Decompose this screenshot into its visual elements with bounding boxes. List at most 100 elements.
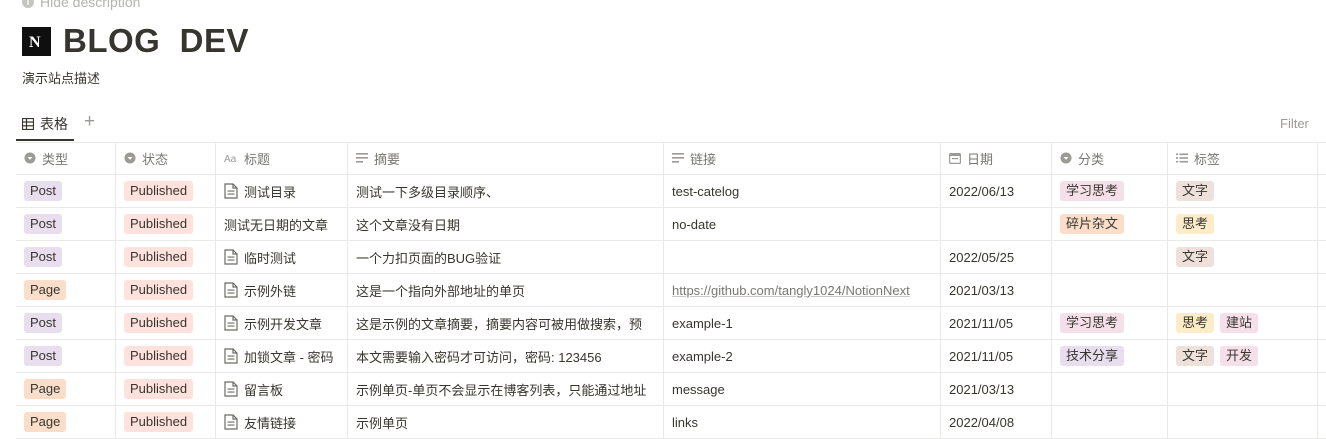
column-header-type[interactable]: 类型 xyxy=(16,142,116,174)
column-header-date[interactable]: 日期 xyxy=(941,142,1052,174)
cell-status[interactable]: Published xyxy=(116,175,216,207)
cell-type[interactable]: Post xyxy=(16,241,116,273)
cell-date[interactable]: 2021/03/13 xyxy=(941,274,1052,306)
cell-tags[interactable] xyxy=(1168,406,1318,438)
table-row[interactable]: Post Published 测试目录 测试一下多级目录顺序、 test-cat… xyxy=(16,175,1326,208)
cell-category[interactable]: 技术分享 xyxy=(1052,340,1168,372)
cell-type[interactable]: Post xyxy=(16,175,116,207)
cell-category[interactable]: 学习思考 xyxy=(1052,307,1168,339)
cell-category[interactable] xyxy=(1052,274,1168,306)
table-row[interactable]: Post Published 示例开发文章 这是示例的文章摘要，摘要内容可被用做… xyxy=(16,307,1326,340)
status-chip: Published xyxy=(124,280,194,300)
cell-summary[interactable]: 测试一下多级目录顺序、 xyxy=(348,175,664,207)
table-row[interactable]: Post Published 临时测试 一个力扣页面的BUG验证 2022/05… xyxy=(16,241,1326,274)
link-text[interactable]: https://github.com/tangly1024/NotionNext xyxy=(672,283,910,298)
add-view-button[interactable]: + xyxy=(84,111,95,133)
type-chip: Post xyxy=(24,313,63,333)
cell-date[interactable]: 2022/06/13 xyxy=(941,175,1052,207)
page-icon xyxy=(224,183,238,199)
link-text: example-1 xyxy=(672,315,733,331)
cell-status[interactable]: Published xyxy=(116,241,216,273)
column-header-link[interactable]: 链接 xyxy=(664,142,941,174)
cell-type[interactable]: Post xyxy=(16,208,116,240)
cell-tags[interactable]: 文字 xyxy=(1168,175,1318,207)
page-icon xyxy=(224,348,238,364)
cell-link[interactable]: https://github.com/tangly1024/NotionNext xyxy=(664,274,941,306)
cell-date[interactable]: 2022/05/25 xyxy=(941,241,1052,273)
cell-status[interactable]: Published xyxy=(116,274,216,306)
date-text: 2022/04/08 xyxy=(949,414,1015,430)
cell-tags[interactable]: 文字 开发 xyxy=(1168,340,1318,372)
cell-status[interactable]: Published xyxy=(116,307,216,339)
cell-date[interactable]: 2021/11/05 xyxy=(941,340,1052,372)
cell-date[interactable] xyxy=(941,208,1052,240)
cell-summary[interactable]: 这是一个指向外部地址的单页 xyxy=(348,274,664,306)
cell-summary[interactable]: 示例单页 xyxy=(348,406,664,438)
column-header-category[interactable]: 分类 xyxy=(1052,142,1168,174)
cell-summary[interactable]: 本文需要输入密码才可访问，密码: 123456 xyxy=(348,340,664,372)
cell-tags[interactable]: 文字 xyxy=(1168,241,1318,273)
cell-title[interactable]: 示例外链 xyxy=(216,274,348,306)
cell-type[interactable]: Post xyxy=(16,307,116,339)
cell-status[interactable]: Published xyxy=(116,208,216,240)
cell-title[interactable]: 示例开发文章 xyxy=(216,307,348,339)
cell-title[interactable]: 临时测试 xyxy=(216,241,348,273)
status-chip: Published xyxy=(124,214,194,234)
column-header-tags[interactable]: 标签 xyxy=(1168,142,1318,174)
cell-type[interactable]: Page xyxy=(16,373,116,405)
tag-chip: 文字 xyxy=(1176,181,1215,201)
cell-category[interactable] xyxy=(1052,241,1168,273)
cell-summary[interactable]: 这是示例的文章摘要，摘要内容可被用做搜索，预 xyxy=(348,307,664,339)
cell-status[interactable]: Published xyxy=(116,373,216,405)
cell-summary[interactable]: 一个力扣页面的BUG验证 xyxy=(348,241,664,273)
cell-category[interactable] xyxy=(1052,406,1168,438)
tag-chip: 开发 xyxy=(1220,346,1259,366)
cell-type[interactable]: Page xyxy=(16,274,116,306)
column-header-title[interactable]: Aa 标题 xyxy=(216,142,348,174)
cell-title[interactable]: 加锁文章 - 密码 xyxy=(216,340,348,372)
cell-summary[interactable]: 示例单页-单页不会显示在博客列表，只能通过地址 xyxy=(348,373,664,405)
table-row[interactable]: Post Published 测试无日期的文章 这个文章没有日期 no-date… xyxy=(16,208,1326,241)
cell-status[interactable]: Published xyxy=(116,340,216,372)
tab-table-view[interactable]: 表格 xyxy=(16,108,74,141)
title-text: 测试目录 xyxy=(244,184,297,200)
filter-button[interactable]: Filter xyxy=(1280,116,1309,131)
cell-tags[interactable]: 思考 建站 xyxy=(1168,307,1318,339)
cell-link[interactable]: no-date xyxy=(664,208,941,240)
cell-title[interactable]: 测试目录 xyxy=(216,175,348,207)
cell-tags[interactable]: 思考 xyxy=(1168,208,1318,240)
cell-status[interactable]: Published xyxy=(116,406,216,438)
info-icon: i xyxy=(22,0,34,8)
table-row[interactable]: Page Published 示例外链 这是一个指向外部地址的单页 https:… xyxy=(16,274,1326,307)
cell-title[interactable]: 留言板 xyxy=(216,373,348,405)
cell-tags[interactable] xyxy=(1168,373,1318,405)
table-row[interactable]: Page Published 友情链接 示例单页 links 2022/04/0… xyxy=(16,406,1326,439)
cell-link[interactable]: test-catelog xyxy=(664,175,941,207)
type-chip: Page xyxy=(24,412,67,432)
cell-summary[interactable]: 这个文章没有日期 xyxy=(348,208,664,240)
cell-link[interactable] xyxy=(664,241,941,273)
table-row[interactable]: Page Published 留言板 示例单页-单页不会显示在博客列表，只能通过… xyxy=(16,373,1326,406)
cell-date[interactable]: 2022/04/08 xyxy=(941,406,1052,438)
cell-category[interactable]: 碎片杂文 xyxy=(1052,208,1168,240)
cell-type[interactable]: Page xyxy=(16,406,116,438)
date-text: 2021/11/05 xyxy=(949,348,1014,364)
cell-link[interactable]: message xyxy=(664,373,941,405)
cell-title[interactable]: 友情链接 xyxy=(216,406,348,438)
column-overflow xyxy=(1318,142,1326,174)
cell-link[interactable]: example-1 xyxy=(664,307,941,339)
cell-tags[interactable] xyxy=(1168,274,1318,306)
cell-category[interactable]: 学习思考 xyxy=(1052,175,1168,207)
column-header-summary[interactable]: 摘要 xyxy=(348,142,664,174)
cell-category[interactable] xyxy=(1052,373,1168,405)
cell-link[interactable]: links xyxy=(664,406,941,438)
cell-date[interactable]: 2021/11/05 xyxy=(941,307,1052,339)
cell-title[interactable]: 测试无日期的文章 xyxy=(216,208,348,240)
cell-type[interactable]: Post xyxy=(16,340,116,372)
cell-date[interactable]: 2021/03/13 xyxy=(941,373,1052,405)
column-header-status[interactable]: 状态 xyxy=(116,142,216,174)
table-row[interactable]: Post Published 加锁文章 - 密码 本文需要输入密码才可访问，密码… xyxy=(16,340,1326,373)
hide-description-button[interactable]: i Hide description xyxy=(22,0,140,10)
page-icon xyxy=(224,249,238,265)
cell-link[interactable]: example-2 xyxy=(664,340,941,372)
